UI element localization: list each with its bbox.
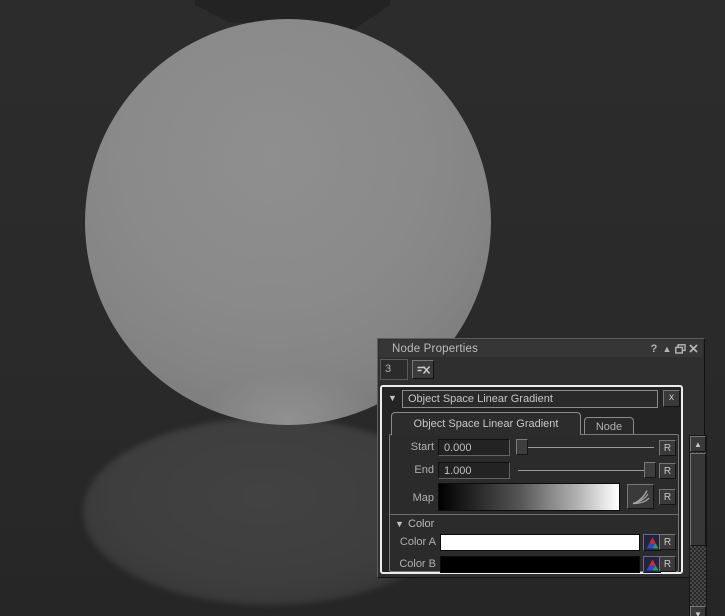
start-slider[interactable] <box>516 439 656 456</box>
color-a-row: Color A R <box>390 534 678 553</box>
curve-feather-icon <box>631 488 651 505</box>
titlebar[interactable]: Node Properties ? ▲ <box>379 340 703 357</box>
map-row: Map R <box>390 483 678 513</box>
section-divider <box>390 514 678 515</box>
collapse-icon[interactable]: ▲ <box>661 342 673 355</box>
node-name-field[interactable]: Object Space Linear Gradient <box>402 390 658 408</box>
gradient-settings-page: Start 0.000 R End 1.000 R <box>389 434 679 572</box>
end-slider-handle[interactable] <box>644 462 656 478</box>
color-b-swatch[interactable] <box>440 556 640 573</box>
tab-object-space-linear-gradient[interactable]: Object Space Linear Gradient <box>391 412 581 435</box>
color-b-row: Color B R <box>390 556 678 575</box>
node-close-button[interactable]: x <box>663 390 680 407</box>
rgb-picker-icon <box>646 559 659 571</box>
rgb-picker-icon <box>646 537 659 549</box>
help-icon[interactable]: ? <box>648 342 660 355</box>
edit-list-button[interactable] <box>412 360 434 379</box>
start-reset-button[interactable]: R <box>659 440 676 456</box>
edit-list-icon <box>416 364 431 376</box>
node-container: ▼ Object Space Linear Gradient x Object … <box>380 385 683 574</box>
color-a-label: Color A <box>390 536 436 548</box>
start-slider-handle[interactable] <box>516 439 528 455</box>
scrollbar-thumb[interactable] <box>690 453 706 546</box>
color-a-reset-button[interactable]: R <box>659 534 676 550</box>
map-gradient-preview[interactable] <box>438 483 620 511</box>
map-label: Map <box>390 492 434 504</box>
end-reset-button[interactable]: R <box>659 463 676 479</box>
start-slider-track[interactable] <box>518 447 654 448</box>
end-slider[interactable] <box>516 462 656 479</box>
vertical-scrollbar[interactable]: ▲ ▼ <box>689 435 707 616</box>
end-value-field[interactable]: 1.000 <box>438 462 510 479</box>
color-a-swatch[interactable] <box>440 534 640 551</box>
scroll-down-icon[interactable]: ▼ <box>690 606 706 616</box>
color-collapse-icon[interactable]: ▼ <box>395 520 404 529</box>
color-b-reset-button[interactable]: R <box>659 556 676 572</box>
color-b-label: Color B <box>390 558 436 570</box>
node-collapse-icon[interactable]: ▼ <box>388 394 397 403</box>
window-title: Node Properties <box>392 343 478 355</box>
start-label: Start <box>390 441 434 453</box>
scroll-up-icon[interactable]: ▲ <box>690 436 706 452</box>
titlebar-buttons: ? ▲ <box>648 342 699 355</box>
map-reset-button[interactable]: R <box>659 489 676 505</box>
map-curve-button[interactable] <box>627 484 654 509</box>
end-row: End 1.000 R <box>390 461 678 481</box>
tab-node[interactable]: Node <box>584 417 634 435</box>
color-section-label: Color <box>408 518 434 530</box>
end-slider-track[interactable] <box>518 470 654 471</box>
viewport: Node Properties ? ▲ 3 <box>0 0 725 616</box>
start-row: Start 0.000 R <box>390 438 678 458</box>
close-icon[interactable] <box>687 342 699 355</box>
start-value-field[interactable]: 0.000 <box>438 439 510 456</box>
node-properties-window: Node Properties ? ▲ 3 <box>377 338 705 578</box>
node-count-field[interactable]: 3 <box>380 359 408 380</box>
end-label: End <box>390 464 434 476</box>
restore-icon[interactable] <box>674 342 686 355</box>
